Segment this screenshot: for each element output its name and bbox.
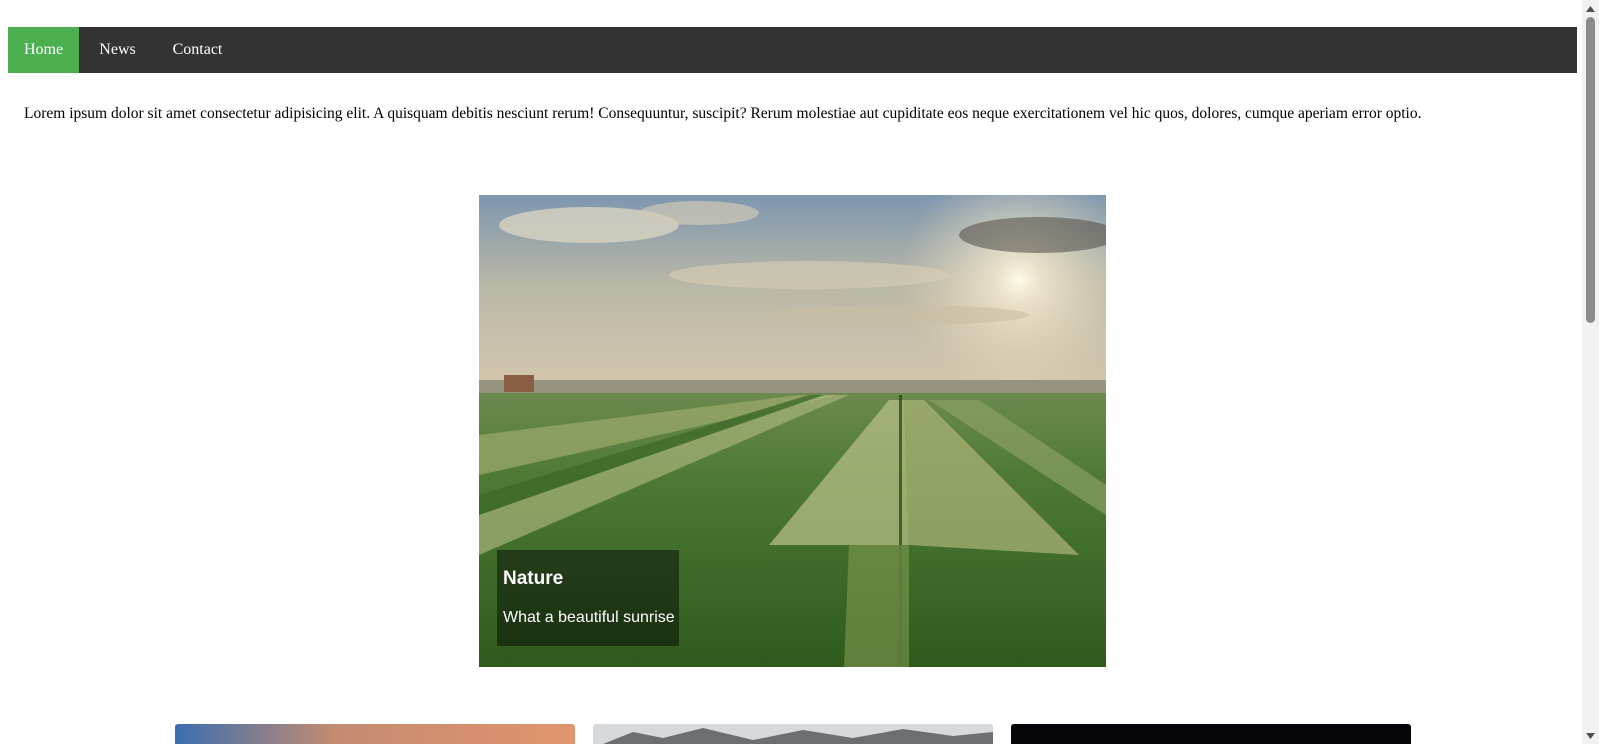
nav-news-link[interactable]: News — [79, 27, 156, 73]
thumbnail-sunset[interactable] — [175, 724, 575, 744]
scroll-down-arrow-icon[interactable] — [1582, 727, 1599, 744]
vertical-scrollbar[interactable] — [1582, 0, 1599, 744]
scrollbar-thumb[interactable] — [1586, 17, 1595, 323]
nav-home-link[interactable]: Home — [8, 27, 79, 73]
thumbnail-dark[interactable] — [1011, 724, 1411, 744]
nav-contact-link[interactable]: Contact — [156, 27, 239, 73]
page: Home News Contact Lorem ipsum dolor sit … — [0, 0, 1599, 744]
scroll-up-arrow-icon[interactable] — [1582, 0, 1599, 17]
top-navigation: Home News Contact — [8, 27, 1577, 73]
caption-text: What a beautiful sunrise — [503, 609, 675, 626]
caption-title: Nature — [503, 568, 564, 589]
sunset-thumbnail-illustration — [175, 724, 575, 744]
intro-paragraph: Lorem ipsum dolor sit amet consectetur a… — [24, 105, 1422, 122]
hero-image: Nature What a beautiful sunrise — [479, 195, 1106, 667]
mountains-thumbnail-illustration — [593, 724, 993, 744]
thumbnail-mountains[interactable] — [593, 724, 993, 744]
hero-caption: Nature What a beautiful sunrise — [497, 550, 679, 646]
